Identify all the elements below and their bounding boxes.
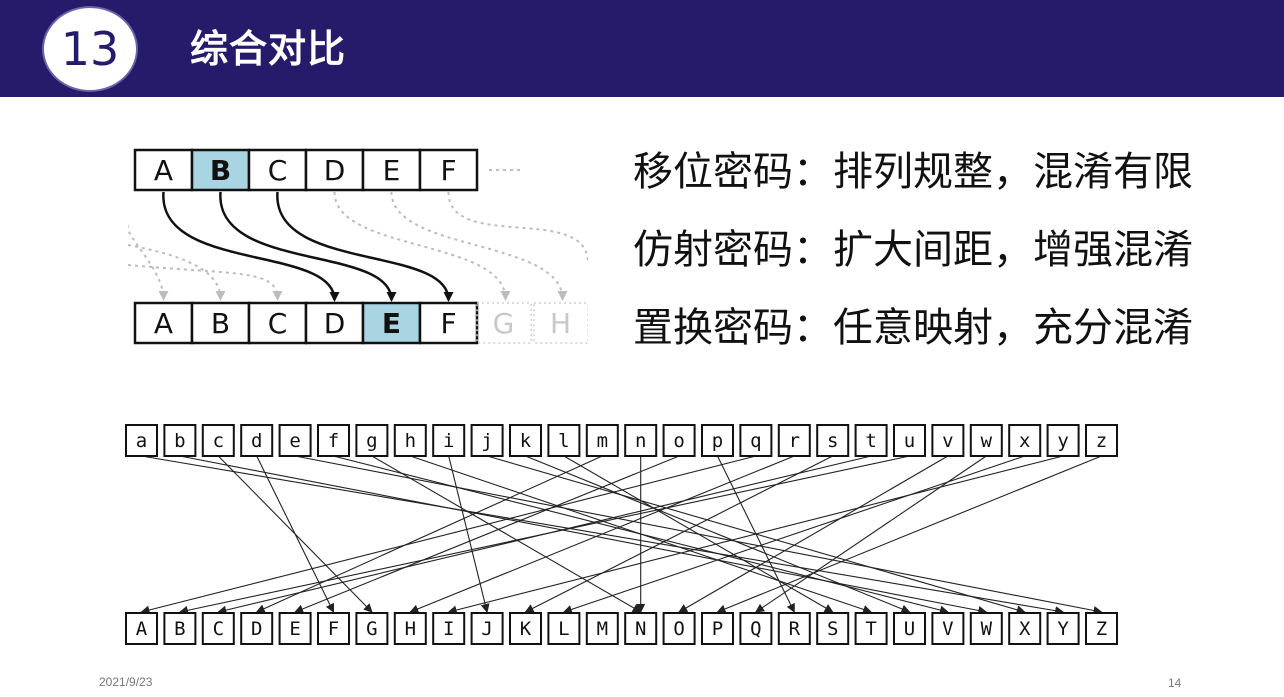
shift-top-letter: D	[324, 154, 346, 187]
permutation-arrow	[178, 455, 910, 615]
ciphertext-letter: J	[481, 618, 492, 640]
shift-arrow	[276, 191, 454, 302]
ciphertext-letter: U	[904, 618, 915, 640]
plaintext-letter: b	[174, 430, 185, 452]
plaintext-letter: j	[481, 430, 492, 452]
shift-top-letter: E	[383, 154, 401, 187]
permutation-arrow	[447, 455, 1064, 615]
ciphertext-letter: Z	[1096, 618, 1107, 640]
ciphertext-letter: R	[789, 618, 801, 640]
shift-cipher-diagram: A B C D E F A B C D E F G H	[128, 148, 588, 345]
plaintext-letter: u	[904, 430, 915, 452]
plaintext-letter: m	[597, 430, 608, 452]
ciphertext-letter: P	[712, 618, 723, 640]
ciphertext-letter: E	[289, 618, 300, 640]
permutation-arrow	[562, 455, 1025, 614]
plaintext-letter: z	[1096, 430, 1107, 452]
permutation-arrow	[678, 455, 949, 613]
ciphertext-letter: F	[328, 618, 339, 640]
shift-bottom-letter: B	[211, 307, 230, 340]
ciphertext-letter: O	[673, 618, 684, 640]
ciphertext-letter: S	[827, 618, 838, 640]
ciphertext-letter: G	[366, 618, 377, 640]
shift-bottom-letter: D	[324, 307, 346, 340]
ciphertext-letter: X	[1019, 618, 1031, 640]
shift-ghost-arrow	[128, 225, 169, 301]
permutation-arrow	[755, 455, 987, 613]
permutation-cipher-diagram: a b c d e f g h i j k l m n o p q r s t u v w x y z A B C D E F G H I J K L M N…	[125, 424, 1118, 645]
shift-ghost-letter: G	[493, 307, 515, 340]
permutation-arrow	[294, 455, 680, 614]
ciphertext-letter: W	[981, 618, 993, 640]
ciphertext-letter: Y	[1057, 618, 1069, 640]
ciphertext-letter: L	[558, 618, 569, 640]
plaintext-letter: l	[558, 430, 569, 452]
shift-arrow	[219, 191, 397, 302]
permutation-arrow	[256, 455, 335, 613]
shift-top-letter: A	[154, 154, 173, 187]
plaintext-letter: k	[520, 430, 532, 452]
footer-date: 2021/9/23	[99, 675, 153, 689]
ciphertext-letter: H	[405, 618, 416, 640]
plaintext-letter: f	[328, 430, 339, 452]
plaintext-letter: x	[1019, 430, 1030, 452]
shift-top-letter: F	[440, 154, 456, 187]
ciphertext-letter: D	[251, 618, 262, 640]
plaintext-letter: p	[712, 430, 723, 452]
plaintext-letter: q	[750, 430, 761, 452]
ciphertext-letter: K	[520, 618, 532, 640]
summary-list: 移位密码：排列规整，混淆有限 仿射密码：扩大间距，增强混淆 置换密码：任意映射，…	[633, 142, 1253, 376]
shift-arrow	[162, 191, 340, 302]
shift-bottom-letter: F	[440, 307, 456, 340]
permutation-arrow	[255, 455, 603, 613]
summary-shift-cipher: 移位密码：排列规整，混淆有限	[633, 149, 1193, 195]
header-bar: 13 综合对比	[0, 0, 1284, 97]
plaintext-letter: v	[942, 430, 953, 452]
permutation-arrow	[140, 455, 757, 615]
plaintext-letter: t	[865, 430, 876, 452]
plaintext-letter: i	[443, 430, 454, 452]
shift-bottom-letter: A	[154, 307, 173, 340]
permutation-arrow	[524, 455, 833, 613]
ciphertext-letter: Q	[750, 618, 761, 640]
plaintext-letter: a	[136, 430, 147, 452]
ciphertext-letter: T	[865, 618, 876, 640]
shift-top-letter: B	[210, 154, 231, 187]
ciphertext-letter: M	[597, 618, 608, 640]
plaintext-letter: o	[673, 430, 684, 452]
ciphertext-letter: A	[136, 618, 148, 640]
shift-ghost-arrow	[390, 191, 568, 301]
shift-top-letter: C	[268, 154, 288, 187]
shift-ghost-arrow	[447, 191, 588, 264]
shift-bottom-letter: E	[382, 307, 401, 340]
slide-title: 综合对比	[190, 27, 347, 71]
ciphertext-letter: C	[213, 618, 224, 640]
summary-permutation-cipher: 置换密码：任意映射，充分混淆	[633, 305, 1193, 351]
ciphertext-letter: I	[443, 618, 454, 640]
ciphertext-letter: N	[635, 618, 646, 640]
footer-page-number: 14	[1168, 676, 1182, 690]
plaintext-letter: g	[366, 430, 377, 452]
plaintext-letter: c	[213, 430, 224, 452]
shift-bottom-letter: C	[268, 307, 288, 340]
shift-ghost-arrow	[128, 244, 226, 301]
slide-number-badge: 13	[42, 6, 138, 92]
summary-affine-cipher: 仿射密码：扩大间距，增强混淆	[633, 227, 1193, 273]
plaintext-letter: h	[405, 430, 416, 452]
ciphertext-letter: B	[174, 618, 185, 640]
plaintext-letter: e	[289, 430, 300, 452]
shift-ghost-letter: H	[550, 307, 571, 340]
plaintext-letter: w	[981, 430, 993, 452]
plaintext-letter: y	[1057, 430, 1068, 452]
plaintext-letter: r	[789, 430, 800, 452]
plaintext-letter: n	[635, 430, 646, 452]
plaintext-letter: s	[827, 430, 838, 452]
ciphertext-letter: V	[942, 618, 953, 640]
plaintext-letter: d	[251, 430, 262, 452]
shift-ghost-arrow	[333, 191, 511, 301]
